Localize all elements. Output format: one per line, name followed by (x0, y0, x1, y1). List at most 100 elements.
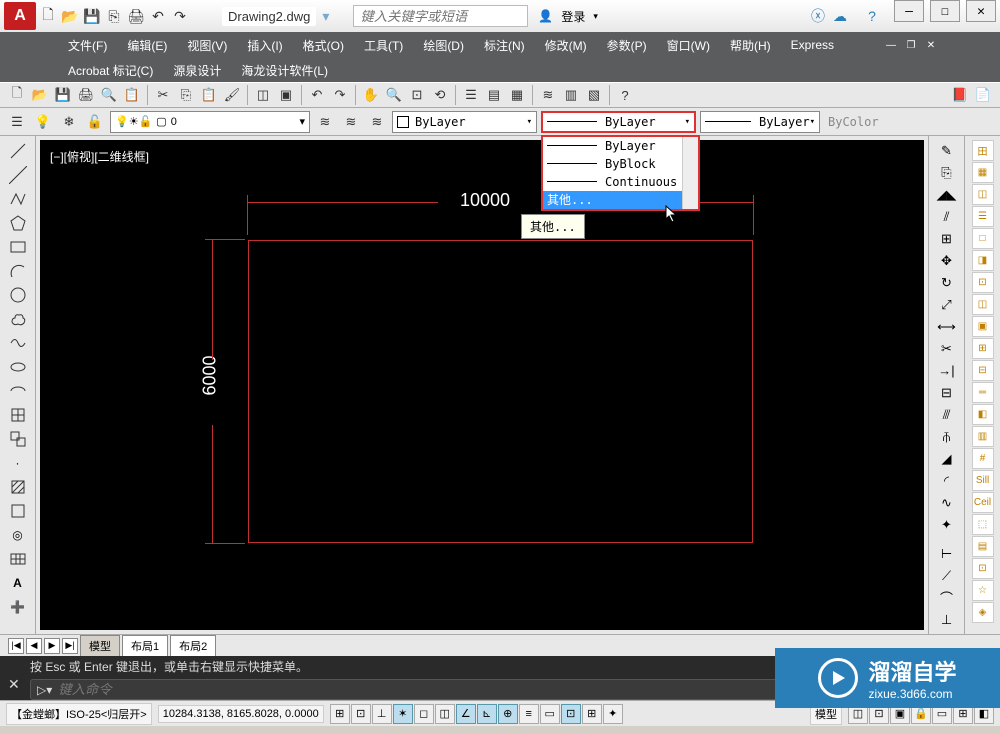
pdf-icon[interactable]: 📕 (949, 84, 971, 106)
dim-ord-icon[interactable]: ⊥ (936, 609, 958, 630)
break-tool[interactable]: ⊟ (936, 382, 958, 403)
view-label[interactable]: [−][俯视][二维线框] (50, 148, 149, 165)
zoom-icon[interactable]: 🔍 (383, 84, 405, 106)
color-combo[interactable]: ByLayer ▾ (392, 111, 537, 133)
plugin-btn[interactable]: # (972, 448, 994, 469)
arc-tool[interactable] (7, 260, 29, 282)
dim-aligned-icon[interactable]: ⟋ (936, 565, 958, 586)
plugin-btn[interactable]: Ceil (972, 492, 994, 513)
dim-linear-icon[interactable]: ⊢ (936, 543, 958, 564)
plugin-btn[interactable]: ☰ (972, 206, 994, 227)
explode-tool[interactable]: ✦ (936, 514, 958, 535)
region-tool[interactable]: ◎ (7, 524, 29, 546)
mtext-tool[interactable]: A (7, 572, 29, 594)
cmd-close-icon[interactable]: ✕ (8, 676, 20, 693)
menu-express[interactable]: Express (783, 34, 842, 56)
sub-minimize[interactable]: — (882, 37, 900, 53)
polygon-tool[interactable] (7, 212, 29, 234)
am-toggle[interactable]: ✦ (603, 704, 623, 724)
join-tool[interactable]: ⫚ (936, 426, 958, 447)
sheet-icon[interactable]: ▤ (483, 84, 505, 106)
layer-combo[interactable]: 💡☀🔓▢ 0 ▾ (110, 111, 310, 133)
tool2-icon[interactable]: ▥ (560, 84, 582, 106)
close-button[interactable]: ✕ (966, 0, 996, 22)
plugin-btn[interactable]: ▣ (972, 316, 994, 337)
tab-nav-prev[interactable]: ◀ (26, 638, 42, 654)
tab-layout1[interactable]: 布局1 (122, 635, 168, 656)
sc-toggle[interactable]: ⊞ (582, 704, 602, 724)
tab-nav-next[interactable]: ▶ (44, 638, 60, 654)
pan-icon[interactable]: ✋ (360, 84, 382, 106)
menu-insert[interactable]: 插入(I) (239, 33, 290, 58)
plugin-btn[interactable]: ◫ (972, 184, 994, 205)
gradient-tool[interactable] (7, 500, 29, 522)
saveas-icon[interactable]: ⎘ (104, 6, 124, 26)
help-icon[interactable]: ? (862, 6, 882, 26)
layer-icon[interactable]: ≋ (537, 84, 559, 106)
trim-tool[interactable]: ✂ (936, 338, 958, 359)
chamfer-tool[interactable]: ◢ (936, 448, 958, 469)
menu-tools[interactable]: 工具(T) (356, 33, 411, 58)
dim-arc-icon[interactable]: ⌒ (936, 587, 958, 608)
3dosnap-toggle[interactable]: ◫ (435, 704, 455, 724)
redo-icon[interactable]: ↷ (170, 6, 190, 26)
addselect-tool[interactable]: ➕ (7, 596, 29, 618)
ellipse-arc-tool[interactable] (7, 380, 29, 402)
menu-help[interactable]: 帮助(H) (722, 33, 779, 58)
make-block-tool[interactable] (7, 428, 29, 450)
menu-yuanquan[interactable]: 源泉设计 (165, 58, 229, 83)
save-icon[interactable]: 💾 (82, 6, 102, 26)
save-icon[interactable]: 💾 (52, 84, 74, 106)
zoom-window-icon[interactable]: ⊡ (406, 84, 428, 106)
layer-btn-2[interactable]: ≋ (340, 111, 362, 133)
plugin-btn[interactable]: ⊡ (972, 558, 994, 579)
print-icon[interactable]: 🖨 (75, 84, 97, 106)
plugin-btn[interactable]: ⊡ (972, 272, 994, 293)
layer-state-icon[interactable]: 💡 (32, 111, 54, 133)
xline-tool[interactable] (7, 164, 29, 186)
block-icon[interactable]: ◫ (252, 84, 274, 106)
spline-tool[interactable] (7, 332, 29, 354)
linetype-option-bylayer[interactable]: ByLayer (543, 137, 698, 155)
menu-draw[interactable]: 绘图(D) (415, 33, 472, 58)
plugin-btn[interactable]: ◈ (972, 602, 994, 623)
menu-view[interactable]: 视图(V) (179, 33, 235, 58)
ducs-toggle[interactable]: ⊾ (477, 704, 497, 724)
properties-icon[interactable]: ☰ (460, 84, 482, 106)
circle-tool[interactable] (7, 284, 29, 306)
plugin-btn[interactable]: ▥ (972, 426, 994, 447)
lineweight-combo[interactable]: ByLayer ▾ (700, 111, 820, 133)
tool3-icon[interactable]: ▧ (583, 84, 605, 106)
plugin-btn[interactable]: ═ (972, 382, 994, 403)
tool-palette-icon[interactable]: ▦ (506, 84, 528, 106)
plugin-btn[interactable]: Sill (972, 470, 994, 491)
array-tool[interactable]: ⊞ (936, 228, 958, 249)
plugin-btn[interactable]: ◫ (972, 294, 994, 315)
scale-tool[interactable]: ⤢ (936, 294, 958, 315)
menu-window[interactable]: 窗口(W) (659, 33, 718, 58)
undo-icon[interactable]: ↶ (306, 84, 328, 106)
drawing-area[interactable]: [−][俯视][二维线框] 10000 6000 (40, 140, 924, 630)
plugin-btn[interactable]: ⊞ (972, 338, 994, 359)
app-logo[interactable]: A (4, 2, 36, 30)
layer-manager-icon[interactable]: ☰ (6, 111, 28, 133)
plugin-btn[interactable]: ◧ (972, 404, 994, 425)
menu-modify[interactable]: 修改(M) (537, 33, 595, 58)
revision-cloud-tool[interactable] (7, 308, 29, 330)
layer-freeze-icon[interactable]: ❄ (58, 111, 80, 133)
ellipse-tool[interactable] (7, 356, 29, 378)
insert-block-tool[interactable] (7, 404, 29, 426)
matchprop-icon[interactable]: 🖌 (221, 84, 243, 106)
open-icon[interactable]: 📂 (29, 84, 51, 106)
print-icon[interactable]: 🖨 (126, 6, 146, 26)
menu-edit[interactable]: 编辑(E) (119, 33, 175, 58)
exchange-icon[interactable]: ⓧ (808, 6, 828, 26)
menu-acrobat[interactable]: Acrobat 标记(C) (60, 58, 161, 83)
tpy-toggle[interactable]: ▭ (540, 704, 560, 724)
tab-model[interactable]: 模型 (80, 635, 120, 656)
maximize-button[interactable]: ☐ (930, 0, 960, 22)
copy-tool[interactable]: ⎘ (936, 162, 958, 183)
minimize-button[interactable]: — (894, 0, 924, 22)
new-icon[interactable]: 🗋 (38, 6, 58, 26)
hatch-tool[interactable] (7, 476, 29, 498)
